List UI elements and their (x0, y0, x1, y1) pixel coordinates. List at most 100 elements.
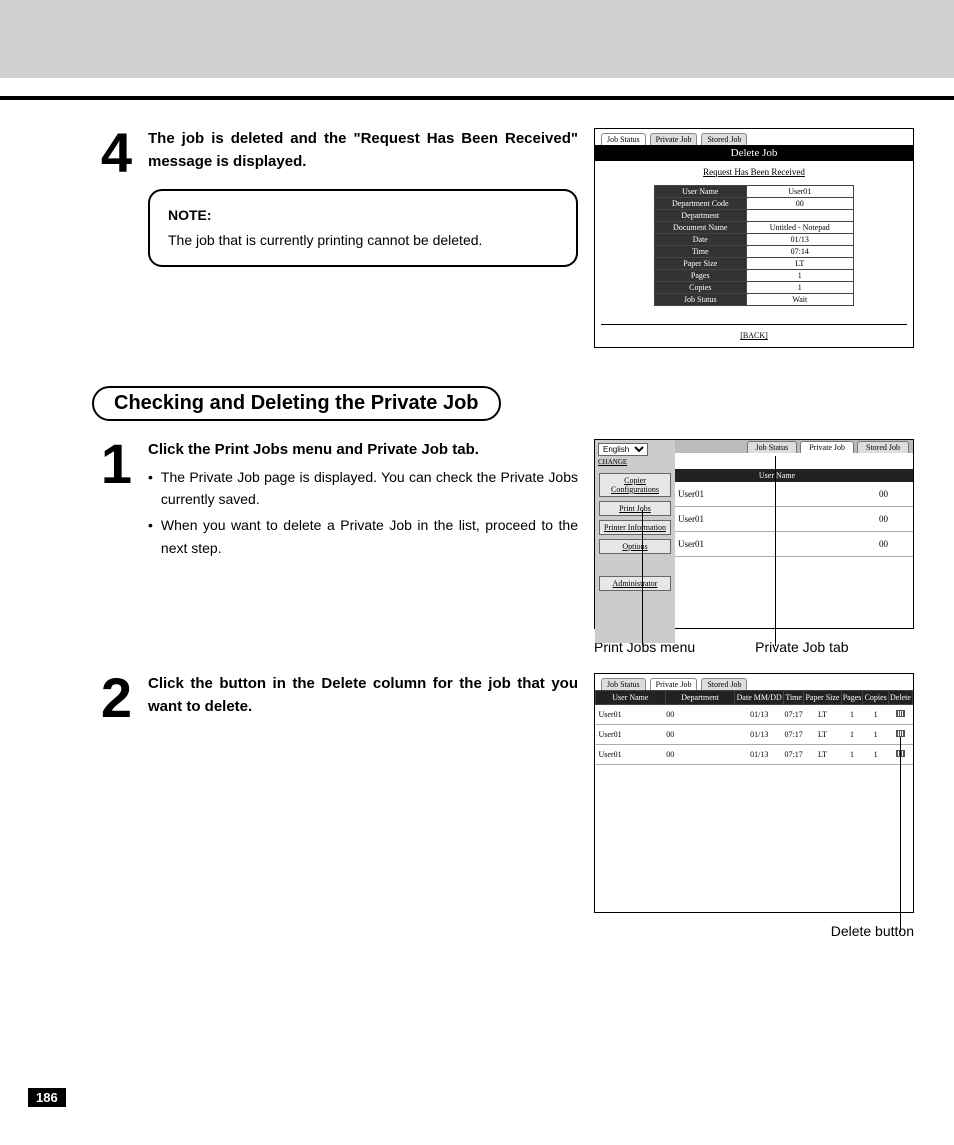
header-blank (879, 469, 913, 482)
cell-pages: 1 (841, 745, 863, 765)
step-1-bullet-2-text: When you want to delete a Private Job in… (161, 514, 578, 559)
cell-pages: 1 (841, 725, 863, 745)
tabs-row: Job Status Private Job Stored Job (601, 678, 913, 690)
cell-user: User01 (596, 705, 666, 725)
header-department: Department (665, 691, 735, 705)
cell-date: 01/13 (735, 705, 783, 725)
cell-copies: 1 (863, 745, 888, 765)
screenshot-private-job-list: English CHANGE Job Status Private Job St… (594, 439, 914, 655)
tab-stored-job[interactable]: Stored Job (701, 133, 747, 145)
cell-paper: LT (804, 705, 841, 725)
language-select[interactable]: English (598, 443, 648, 456)
request-received-msg: Request Has Been Received (595, 167, 913, 177)
value-pages: 1 (746, 270, 853, 282)
step-4: 4 The job is deleted and the "Request Ha… (92, 128, 914, 348)
callout-pointer-delete (900, 737, 901, 932)
tab-private-job[interactable]: Private Job (650, 678, 698, 690)
value-dept-code: 00 (746, 198, 853, 210)
sidebar-item-print-jobs[interactable]: Print Jobs (599, 501, 671, 516)
back-link[interactable]: [BACK] (601, 324, 907, 340)
cell-user: User01 (596, 725, 666, 745)
header-gray-band (0, 0, 954, 78)
tab-private-job[interactable]: Private Job (650, 133, 698, 145)
cell-dept: 00 (665, 725, 735, 745)
note-body: The job that is currently printing canno… (168, 228, 558, 253)
value-user-name: User01 (746, 186, 853, 198)
cell-dept: 00 (665, 745, 735, 765)
table-row: User01 00 01/13 07:17 LT 1 1 (596, 745, 913, 765)
tab-stored-job[interactable]: Stored Job (857, 441, 909, 453)
job-details-table: User NameUser01 Department Code00 Depart… (654, 185, 854, 306)
value-date: 01/13 (746, 234, 853, 246)
job-table-header-row: User Name Department Date MM/DD Time Pap… (596, 691, 913, 705)
tab-job-status[interactable]: Job Status (601, 133, 646, 145)
sidebar-item-printer-info[interactable]: Printer Information (599, 520, 671, 535)
step-2-title: Click the button in the Delete column fo… (148, 673, 578, 718)
private-job-panel: User Name User0100 User0100 User0100 (675, 469, 913, 643)
table-row: User01 00 01/13 07:17 LT 1 1 (596, 705, 913, 725)
step-1-bullet-2: When you want to delete a Private Job in… (148, 514, 578, 559)
job-table: User Name Department Date MM/DD Time Pap… (595, 690, 913, 765)
step-number-1: 1 (92, 439, 132, 655)
callout-pointer-left (642, 510, 643, 645)
cell-date: 01/13 (735, 745, 783, 765)
step-number-2: 2 (92, 673, 132, 941)
value-paper-size: LT (746, 258, 853, 270)
step-1-bullet-1-text: The Private Job page is displayed. You c… (161, 466, 578, 511)
tabs-row: Job Status Private Job Stored Job (675, 440, 913, 453)
step-4-text: The job is deleted and the "Request Has … (148, 128, 578, 348)
label-time: Time (655, 246, 747, 258)
header-user: User Name (596, 691, 666, 705)
cell-dept: 00 (879, 489, 913, 499)
step-number-4: 4 (92, 128, 132, 348)
table-row[interactable]: User0100 (675, 507, 913, 532)
tab-job-status[interactable]: Job Status (747, 441, 798, 453)
callout-delete-button: Delete button (831, 923, 914, 939)
screenshot-job-table: Job Status Private Job Stored Job User N… (594, 673, 914, 941)
page-content: 4 The job is deleted and the "Request Ha… (0, 100, 954, 941)
step-1: 1 Click the Print Jobs menu and Private … (92, 439, 914, 655)
delete-icon[interactable] (896, 730, 905, 737)
cell-user: User01 (675, 489, 879, 499)
cell-copies: 1 (863, 725, 888, 745)
page-number: 186 (28, 1088, 66, 1107)
header-paper: Paper Size (804, 691, 841, 705)
note-label: NOTE: (168, 203, 558, 228)
label-document-name: Document Name (655, 222, 747, 234)
cell-time: 07:17 (783, 745, 803, 765)
sidebar-item-administrator[interactable]: Administrator (599, 576, 671, 591)
cell-paper: LT (804, 725, 841, 745)
header-time: Time (783, 691, 803, 705)
sidebar-item-options[interactable]: Options (599, 539, 671, 554)
cell-copies: 1 (863, 705, 888, 725)
table-row[interactable]: User0100 (675, 532, 913, 557)
cell-date: 01/13 (735, 725, 783, 745)
step-1-text: Click the Print Jobs menu and Private Jo… (148, 439, 578, 655)
change-button[interactable]: CHANGE (598, 458, 672, 466)
cell-paper: LT (804, 745, 841, 765)
cell-pages: 1 (841, 705, 863, 725)
header-date: Date MM/DD (735, 691, 783, 705)
cell-time: 07:17 (783, 705, 803, 725)
table-row[interactable]: User0100 (675, 482, 913, 507)
tabs-row: Job Status Private Job Stored Job (601, 133, 913, 145)
value-job-status: Wait (746, 294, 853, 306)
step-1-bullet-1: The Private Job page is displayed. You c… (148, 466, 578, 511)
cell-user: User01 (675, 514, 879, 524)
tab-job-status[interactable]: Job Status (601, 678, 646, 690)
label-job-status: Job Status (655, 294, 747, 306)
value-copies: 1 (746, 282, 853, 294)
step-1-title: Click the Print Jobs menu and Private Jo… (148, 439, 578, 462)
header-pages: Pages (841, 691, 863, 705)
tab-private-job[interactable]: Private Job (800, 441, 854, 453)
value-time: 07:14 (746, 246, 853, 258)
tab-stored-job[interactable]: Stored Job (701, 678, 747, 690)
section-title: Checking and Deleting the Private Job (92, 386, 501, 421)
value-document-name: Untitled - Notepad (746, 222, 853, 234)
value-department (746, 210, 853, 222)
header-user-name: User Name (675, 469, 879, 482)
cell-dept: 00 (665, 705, 735, 725)
delete-icon[interactable] (896, 710, 905, 717)
step-2: 2 Click the button in the Delete column … (92, 673, 914, 941)
sidebar-item-copier-config[interactable]: Copier Configurations (599, 473, 671, 497)
